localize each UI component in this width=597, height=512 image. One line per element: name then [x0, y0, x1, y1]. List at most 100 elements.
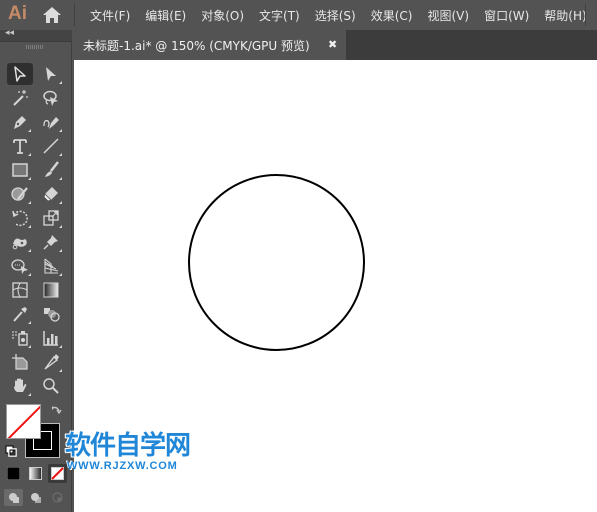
menu-file[interactable]: 文件(F)	[90, 7, 130, 24]
menu-items: 文件(F) 编辑(E) 对象(O) 文字(T) 选择(S) 效果(C) 视图(V…	[90, 0, 597, 30]
default-fill-stroke-icon[interactable]	[5, 445, 17, 457]
close-tab-icon[interactable]: ✖	[328, 38, 337, 51]
watermark-title: 软件自学网	[65, 431, 191, 461]
artboard-icon	[12, 354, 28, 370]
rectangle-icon	[12, 163, 28, 177]
selection-tool[interactable]	[7, 63, 33, 85]
rectangle-tool[interactable]	[7, 159, 33, 181]
eraser-icon	[43, 187, 58, 202]
pin-tool[interactable]	[38, 231, 64, 253]
magic-wand-tool[interactable]	[7, 87, 33, 109]
perspective-grid-icon	[44, 258, 59, 274]
document-tab[interactable]: 未标题-1.ai* @ 150% (CMYK/GPU 预览) ✖	[74, 30, 346, 60]
none-swatch-icon	[51, 467, 64, 480]
home-icon[interactable]	[42, 6, 62, 24]
menu-divider	[585, 4, 586, 26]
gradient-mode-button[interactable]	[26, 464, 45, 483]
watermark: 软件自学网 WWW.RJZXW.COM	[65, 431, 191, 472]
menu-object[interactable]: 对象(O)	[201, 7, 244, 24]
gradient-tool[interactable]	[38, 279, 64, 301]
slice-knife-icon	[44, 354, 59, 370]
menu-type[interactable]: 文字(T)	[259, 7, 300, 24]
paintbrush-icon	[45, 161, 59, 177]
selection-arrow-icon	[14, 66, 26, 82]
circle-shape[interactable]	[188, 174, 365, 351]
color-mode-row	[4, 464, 67, 483]
zoom-tool[interactable]	[38, 375, 64, 397]
watermark-url: WWW.RJZXW.COM	[67, 460, 178, 472]
app-logo: Ai	[8, 3, 27, 24]
scale-icon	[43, 210, 59, 226]
type-icon	[13, 139, 27, 154]
document-tab-title: 未标题-1.ai* @ 150% (CMYK/GPU 预览)	[83, 38, 310, 53]
draw-inside-icon	[52, 492, 63, 503]
pen-icon	[14, 116, 26, 129]
blend-tool[interactable]	[38, 303, 64, 325]
puppet-warp-tool[interactable]	[7, 231, 33, 253]
paintbrush-tool[interactable]	[38, 159, 64, 181]
line-segment-tool[interactable]	[38, 135, 64, 157]
panel-grip[interactable]	[26, 45, 44, 49]
solid-color-icon	[7, 467, 20, 480]
shape-builder-icon	[11, 259, 28, 274]
eraser-tool[interactable]	[38, 183, 64, 205]
artboard-tool[interactable]	[7, 351, 33, 373]
hand-icon	[14, 378, 27, 392]
curvature-pen-icon	[43, 117, 59, 129]
column-graph-tool[interactable]	[38, 327, 64, 349]
menu-window[interactable]: 窗口(W)	[484, 7, 529, 24]
curvature-tool[interactable]	[38, 111, 64, 133]
eyedropper-tool[interactable]	[7, 303, 33, 325]
eyedropper-icon	[13, 307, 27, 322]
puppet-warp-icon	[12, 238, 27, 250]
document-tab-bar: 未标题-1.ai* @ 150% (CMYK/GPU 预览) ✖	[74, 30, 597, 60]
magic-wand-icon	[13, 90, 28, 106]
gradient-swatch-icon	[29, 467, 42, 480]
collapse-panel-icon[interactable]: ◂◂	[5, 28, 14, 38]
draw-normal-button[interactable]	[4, 489, 23, 506]
pen-tool[interactable]	[7, 111, 33, 133]
menu-help[interactable]: 帮助(H)	[544, 7, 586, 24]
hand-tool[interactable]	[7, 375, 33, 397]
slice-tool[interactable]	[38, 351, 64, 373]
shaper-icon	[11, 187, 28, 201]
symbol-sprayer-tool[interactable]	[7, 327, 33, 349]
menu-bar: Ai 文件(F) 编辑(E) 对象(O) 文字(T) 选择(S) 效果(C) 视…	[0, 0, 597, 30]
shaper-tool[interactable]	[7, 183, 33, 205]
none-slash-icon	[7, 405, 40, 438]
menu-edit[interactable]: 编辑(E)	[145, 7, 186, 24]
type-tool[interactable]	[7, 135, 33, 157]
rotate-tool[interactable]	[7, 207, 33, 229]
scale-tool[interactable]	[38, 207, 64, 229]
color-mode-button[interactable]	[4, 464, 23, 483]
lasso-tool[interactable]	[38, 87, 64, 109]
mesh-tool[interactable]	[7, 279, 33, 301]
draw-behind-button[interactable]	[26, 489, 45, 506]
menu-divider	[74, 4, 75, 26]
symbol-sprayer-icon	[12, 331, 28, 346]
illustrator-window: Ai 文件(F) 编辑(E) 对象(O) 文字(T) 选择(S) 效果(C) 视…	[0, 0, 597, 512]
draw-behind-icon	[31, 493, 41, 503]
swap-fill-stroke-icon[interactable]	[50, 404, 62, 416]
blend-icon	[44, 308, 60, 322]
shape-builder-tool[interactable]	[7, 255, 33, 277]
gradient-icon	[43, 282, 59, 298]
panel-header[interactable]: ◂◂	[0, 28, 72, 42]
draw-mode-row	[4, 489, 67, 506]
menu-view[interactable]: 视图(V)	[427, 7, 469, 24]
rotate-icon	[12, 210, 28, 227]
column-graph-icon	[43, 331, 58, 346]
perspective-grid-tool[interactable]	[38, 255, 64, 277]
mesh-icon	[12, 282, 28, 298]
pin-icon	[43, 235, 58, 250]
draw-inside-button[interactable]	[48, 489, 67, 506]
menu-select[interactable]: 选择(S)	[315, 7, 356, 24]
draw-normal-icon	[9, 493, 19, 503]
magnifier-icon	[43, 378, 59, 394]
menu-effect[interactable]: 效果(C)	[371, 7, 413, 24]
direct-selection-tool[interactable]	[38, 63, 64, 85]
direct-selection-arrow-icon	[46, 67, 56, 81]
lasso-icon	[43, 90, 58, 106]
fill-swatch[interactable]	[6, 404, 41, 439]
line-segment-icon	[43, 138, 59, 154]
